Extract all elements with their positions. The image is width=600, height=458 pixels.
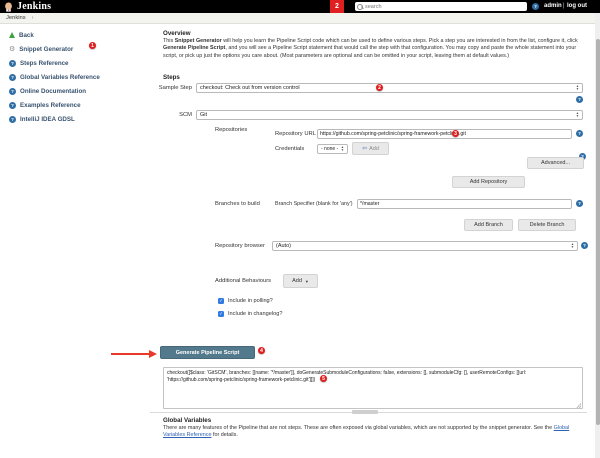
help-icon: ? <box>9 87 16 95</box>
help-icon: ? <box>9 59 16 67</box>
annotation-badge-2b: 2 <box>376 84 383 91</box>
sample-step-help-icon[interactable]: ? <box>576 96 583 103</box>
search-box[interactable] <box>355 2 527 11</box>
search-help-icon[interactable]: ? <box>532 3 539 10</box>
overview-paragraph: This Snippet Generator will help you lea… <box>163 38 578 59</box>
divider-drag-handle[interactable] <box>352 410 378 414</box>
credentials-label: Credentials <box>275 146 305 152</box>
scrollbar-track[interactable] <box>595 13 600 458</box>
app-title[interactable]: Jenkins <box>17 1 51 12</box>
include-changelog-checkbox[interactable]: ✓ <box>218 311 224 317</box>
annotation-badge-3: 3 <box>452 130 459 137</box>
annotation-badge-2: 2 <box>330 0 344 13</box>
top-bar: Jenkins 2 ? admin | log out <box>0 0 600 13</box>
select-stepper-icon: ▲ ▼ <box>340 145 344 152</box>
credentials-add-button[interactable]: ⇦ Add <box>352 142 389 155</box>
advanced-button[interactable]: Advanced... <box>527 157 584 169</box>
branches-to-build-label: Branches to build <box>215 201 260 207</box>
branch-specifier-label: Branch Specifier (blank for 'any') <box>275 201 353 207</box>
select-stepper-icon: ▲ ▼ <box>575 111 579 118</box>
jenkins-snippet-generator-page: Jenkins 2 ? admin | log out Jenkins › Ba… <box>0 0 600 458</box>
annotation-badge-1: 1 <box>89 42 96 49</box>
include-polling-checkbox[interactable]: ✓ <box>218 298 224 304</box>
include-polling-label: Include in polling? <box>228 298 273 304</box>
generate-pipeline-script-button[interactable]: Generate Pipeline Script <box>160 346 255 359</box>
help-icon: ? <box>9 73 16 81</box>
annotation-badge-4: 4 <box>258 347 265 354</box>
back-up-arrow-icon <box>9 32 15 38</box>
gear-icon: ⚙ <box>9 45 16 53</box>
steps-heading: Steps <box>163 74 180 81</box>
user-link[interactable]: admin <box>544 3 562 9</box>
include-changelog-label: Include in changelog? <box>228 311 283 317</box>
annotation-badge-5: 5 <box>320 375 327 382</box>
scm-label: SCM <box>179 112 192 118</box>
add-repository-button[interactable]: Add Repository <box>452 176 525 188</box>
jenkins-logo-icon[interactable] <box>3 1 14 12</box>
sidebar-item-steps-reference[interactable]: ? Steps Reference <box>0 56 140 70</box>
repository-browser-label: Repository browser <box>215 243 265 249</box>
global-variables-heading: Global Variables <box>163 417 212 424</box>
breadcrumb-chevron-icon: › <box>31 15 34 21</box>
sample-step-select[interactable]: checkout: Check out from version control… <box>196 83 583 93</box>
behaviours-add-dropdown-button[interactable]: Add ▼ <box>283 274 318 288</box>
sidebar-item-snippet-generator[interactable]: ⚙ Snippet Generator 1 <box>0 42 140 56</box>
repository-browser-help-icon[interactable]: ? <box>581 242 588 249</box>
scm-select[interactable]: Git ▲ ▼ <box>196 110 583 120</box>
repositories-label: Repositories <box>215 127 248 133</box>
annotation-arrow <box>111 353 151 355</box>
sidebar-item-examples-reference[interactable]: ? Examples Reference <box>0 98 140 112</box>
sidebar: Back ⚙ Snippet Generator 1 ? Steps Refer… <box>0 28 140 126</box>
delete-branch-button[interactable]: Delete Branch <box>518 219 576 231</box>
annotation-arrow-head <box>149 349 157 358</box>
search-input[interactable] <box>365 3 515 10</box>
generate-pipeline-script-bold: Generate Pipeline Script <box>163 45 226 52</box>
textarea-resize-handle[interactable] <box>576 403 581 408</box>
repository-browser-select[interactable]: (Auto) ▲ ▼ <box>272 241 578 251</box>
select-stepper-icon: ▲ ▼ <box>575 84 579 91</box>
overview-heading: Overview <box>163 30 191 37</box>
snippet-generator-bold: Snippet Generator <box>174 38 222 44</box>
sample-step-label: Sample Step <box>158 85 192 91</box>
search-icon <box>357 3 363 10</box>
help-icon: ? <box>9 115 16 123</box>
header-separator: | <box>563 3 565 9</box>
credentials-select[interactable]: - none - ▲ ▼ <box>317 144 348 154</box>
sidebar-item-online-documentation[interactable]: ? Online Documentation <box>0 84 140 98</box>
repository-url-label: Repository URL <box>275 131 316 137</box>
pipeline-script-output[interactable]: checkout([$class: 'GitSCM', branches: [[… <box>163 367 583 409</box>
scrollbar-thumb[interactable] <box>595 39 600 425</box>
logout-link[interactable]: log out <box>567 3 587 9</box>
sidebar-item-global-variables-reference[interactable]: ? Global Variables Reference <box>0 70 140 84</box>
key-icon: ⇦ <box>362 146 368 152</box>
help-icon: ? <box>9 101 16 109</box>
additional-behaviours-label: Additional Behaviours <box>215 278 272 284</box>
caret-down-icon: ▼ <box>304 278 309 284</box>
repository-url-input[interactable] <box>317 129 572 139</box>
breadcrumb-root[interactable]: Jenkins <box>6 15 26 21</box>
global-variables-paragraph: There are many features of the Pipeline … <box>163 425 570 439</box>
add-branch-button[interactable]: Add Branch <box>464 219 513 231</box>
breadcrumb: Jenkins › <box>0 13 600 24</box>
select-stepper-icon: ▲ ▼ <box>570 242 574 249</box>
repository-url-help-icon[interactable]: ? <box>576 130 583 137</box>
branch-specifier-help-icon[interactable]: ? <box>576 200 583 207</box>
sidebar-item-back[interactable]: Back <box>0 28 140 42</box>
branch-specifier-input[interactable] <box>357 199 572 209</box>
sidebar-item-intellij-idea-gdsl[interactable]: ? IntelliJ IDEA GDSL <box>0 112 140 126</box>
